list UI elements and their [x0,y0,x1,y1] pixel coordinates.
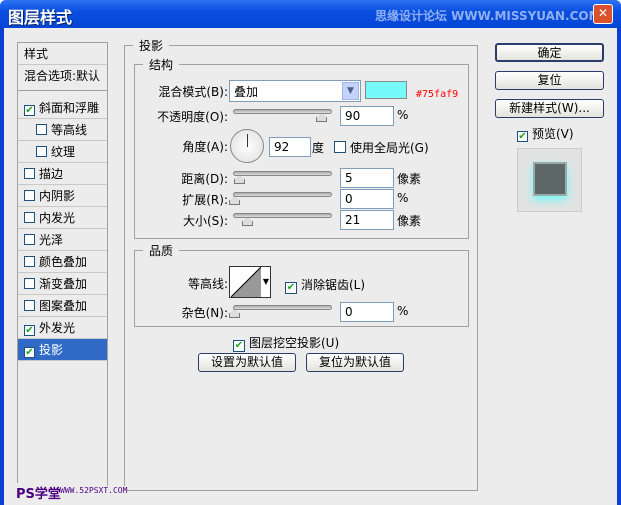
quality-title: 品质 [143,242,180,259]
chevron-down-icon: ▼ [342,82,359,100]
sidebar-item[interactable]: 光泽 [18,229,107,251]
noise-slider[interactable] [229,305,332,318]
layer-style-dialog: 图层样式 思缘设计论坛 WWW.MISSYUAN.COM ✕ 样式混合选项:默认… [0,0,621,505]
spread-slider[interactable] [229,192,332,205]
style-preview-thumbnail [517,148,582,212]
dialog-title: 图层样式 [8,8,73,27]
color-note: #75faf9 [416,89,459,100]
sidebar-item[interactable]: 纹理 [18,141,107,163]
sidebar-item-label: 混合选项:默认 [24,69,101,83]
checkbox[interactable] [36,146,47,157]
sidebar-item-label: 光泽 [39,233,64,247]
sidebar-item[interactable]: 渐变叠加 [18,273,107,295]
reset-default-button[interactable]: 复位为默认值 [306,353,404,372]
noise-input[interactable]: 0 [340,302,394,322]
size-unit: 像素 [397,214,422,228]
size-input[interactable]: 21 [340,210,394,230]
distance-label: 距离(D): [181,172,228,186]
sidebar-item[interactable]: ✔ 投影 [18,339,107,361]
sidebar-item[interactable]: 内阴影 [18,185,107,207]
global-light-label: 使用全局光(G) [350,141,429,155]
blend-mode-label: 混合模式(B): [158,85,228,99]
contour-picker[interactable]: ▼ [229,266,271,298]
logo-watermark: PS学堂 [16,483,61,502]
checkbox[interactable] [24,212,35,223]
antialias-checkbox[interactable]: ✔ 消除锯齿(L) [285,276,365,294]
checkbox[interactable] [24,300,35,311]
noise-label: 杂色(N): [181,306,228,320]
blend-mode-value: 叠加 [234,85,259,99]
checkbox[interactable] [24,190,35,201]
checkbox[interactable]: ✔ [24,105,35,116]
sidebar-item[interactable]: 混合选项:默认 [18,65,107,91]
sidebar-item-label: 内发光 [39,211,76,225]
angle-label: 角度(A): [182,140,228,154]
checkbox[interactable]: ✔ [24,325,35,336]
contour-label: 等高线: [187,277,228,291]
checkbox[interactable] [24,168,35,179]
checkbox[interactable] [24,278,35,289]
style-list: 样式混合选项:默认 ✔ 斜面和浮雕等高线纹理描边内阴影内发光光泽颜色叠加渐变叠加图案… [17,42,108,492]
preview-label: 预览(V) [532,127,574,141]
url-watermark: WWW.52PSXT.COM [60,486,128,495]
checkbox[interactable] [24,256,35,267]
sidebar-item-label: 渐变叠加 [39,277,88,291]
sidebar-item[interactable]: ✔ 外发光 [18,317,107,339]
sidebar-item-label: 纹理 [51,145,76,159]
ok-button[interactable]: 确定 [495,43,604,62]
checkbox[interactable] [36,124,47,135]
knockout-checkbox[interactable]: ✔ 图层挖空投影(U) [233,334,339,352]
chevron-down-icon: ▼ [262,277,269,286]
preview-checkbox[interactable]: ✔ 预览(V) [517,125,574,142]
spread-input[interactable]: 0 [340,189,394,209]
distance-slider[interactable] [233,171,332,184]
angle-unit: 度 [312,141,325,155]
sidebar-item-label: 内阴影 [39,189,76,203]
shadow-color-swatch[interactable] [365,81,407,99]
sidebar-item-label: 斜面和浮雕 [39,101,100,115]
checkbox[interactable] [24,234,35,245]
title-bar: 图层样式 思缘设计论坛 WWW.MISSYUAN.COM ✕ [0,0,621,28]
sidebar-item[interactable]: 样式 [18,43,107,65]
sidebar-item[interactable]: ✔ 斜面和浮雕 [18,97,107,119]
distance-input[interactable]: 5 [340,168,394,188]
angle-dial[interactable] [230,129,264,163]
sidebar-item-label: 颜色叠加 [39,255,88,269]
size-label: 大小(S): [182,214,228,228]
group-title: 投影 [133,37,170,54]
sidebar-item[interactable]: 等高线 [18,119,107,141]
global-light-checkbox[interactable]: 使用全局光(G) [334,139,429,156]
sidebar-item-label: 等高线 [51,123,88,137]
spread-unit: % [397,191,409,205]
checkbox[interactable]: ✔ [24,347,35,358]
sidebar-item-label: 外发光 [39,321,76,335]
opacity-label: 不透明度(O): [157,110,228,124]
new-style-button[interactable]: 新建样式(W)... [495,99,604,118]
watermark: 思缘设计论坛 WWW.MISSYUAN.COM [375,9,601,23]
sidebar-item-label: 图案叠加 [39,299,88,313]
close-button[interactable]: ✕ [593,4,613,24]
antialias-label: 消除锯齿(L) [301,278,366,292]
sidebar-item[interactable]: 颜色叠加 [18,251,107,273]
sidebar-item[interactable]: 内发光 [18,207,107,229]
sidebar-item-label: 描边 [39,167,64,181]
size-slider[interactable] [233,213,332,226]
blend-mode-select[interactable]: 叠加 ▼ [229,80,361,102]
sidebar-item[interactable]: 描边 [18,163,107,185]
angle-input[interactable]: 92 [269,137,311,157]
knockout-label: 图层挖空投影(U) [249,336,340,350]
reset-button[interactable]: 复位 [495,71,604,90]
sidebar-item-label: 投影 [39,343,64,357]
structure-title: 结构 [143,56,180,73]
opacity-unit: % [397,108,409,122]
opacity-input[interactable]: 90 [340,106,394,126]
set-default-button[interactable]: 设置为默认值 [198,353,296,372]
distance-unit: 像素 [397,172,422,186]
sidebar-item-label: 样式 [24,47,49,61]
contour-preview-icon [231,267,261,297]
noise-unit: % [397,304,409,318]
opacity-slider[interactable] [233,109,332,122]
sidebar-item[interactable]: 图案叠加 [18,295,107,317]
spread-label: 扩展(R): [182,193,228,207]
